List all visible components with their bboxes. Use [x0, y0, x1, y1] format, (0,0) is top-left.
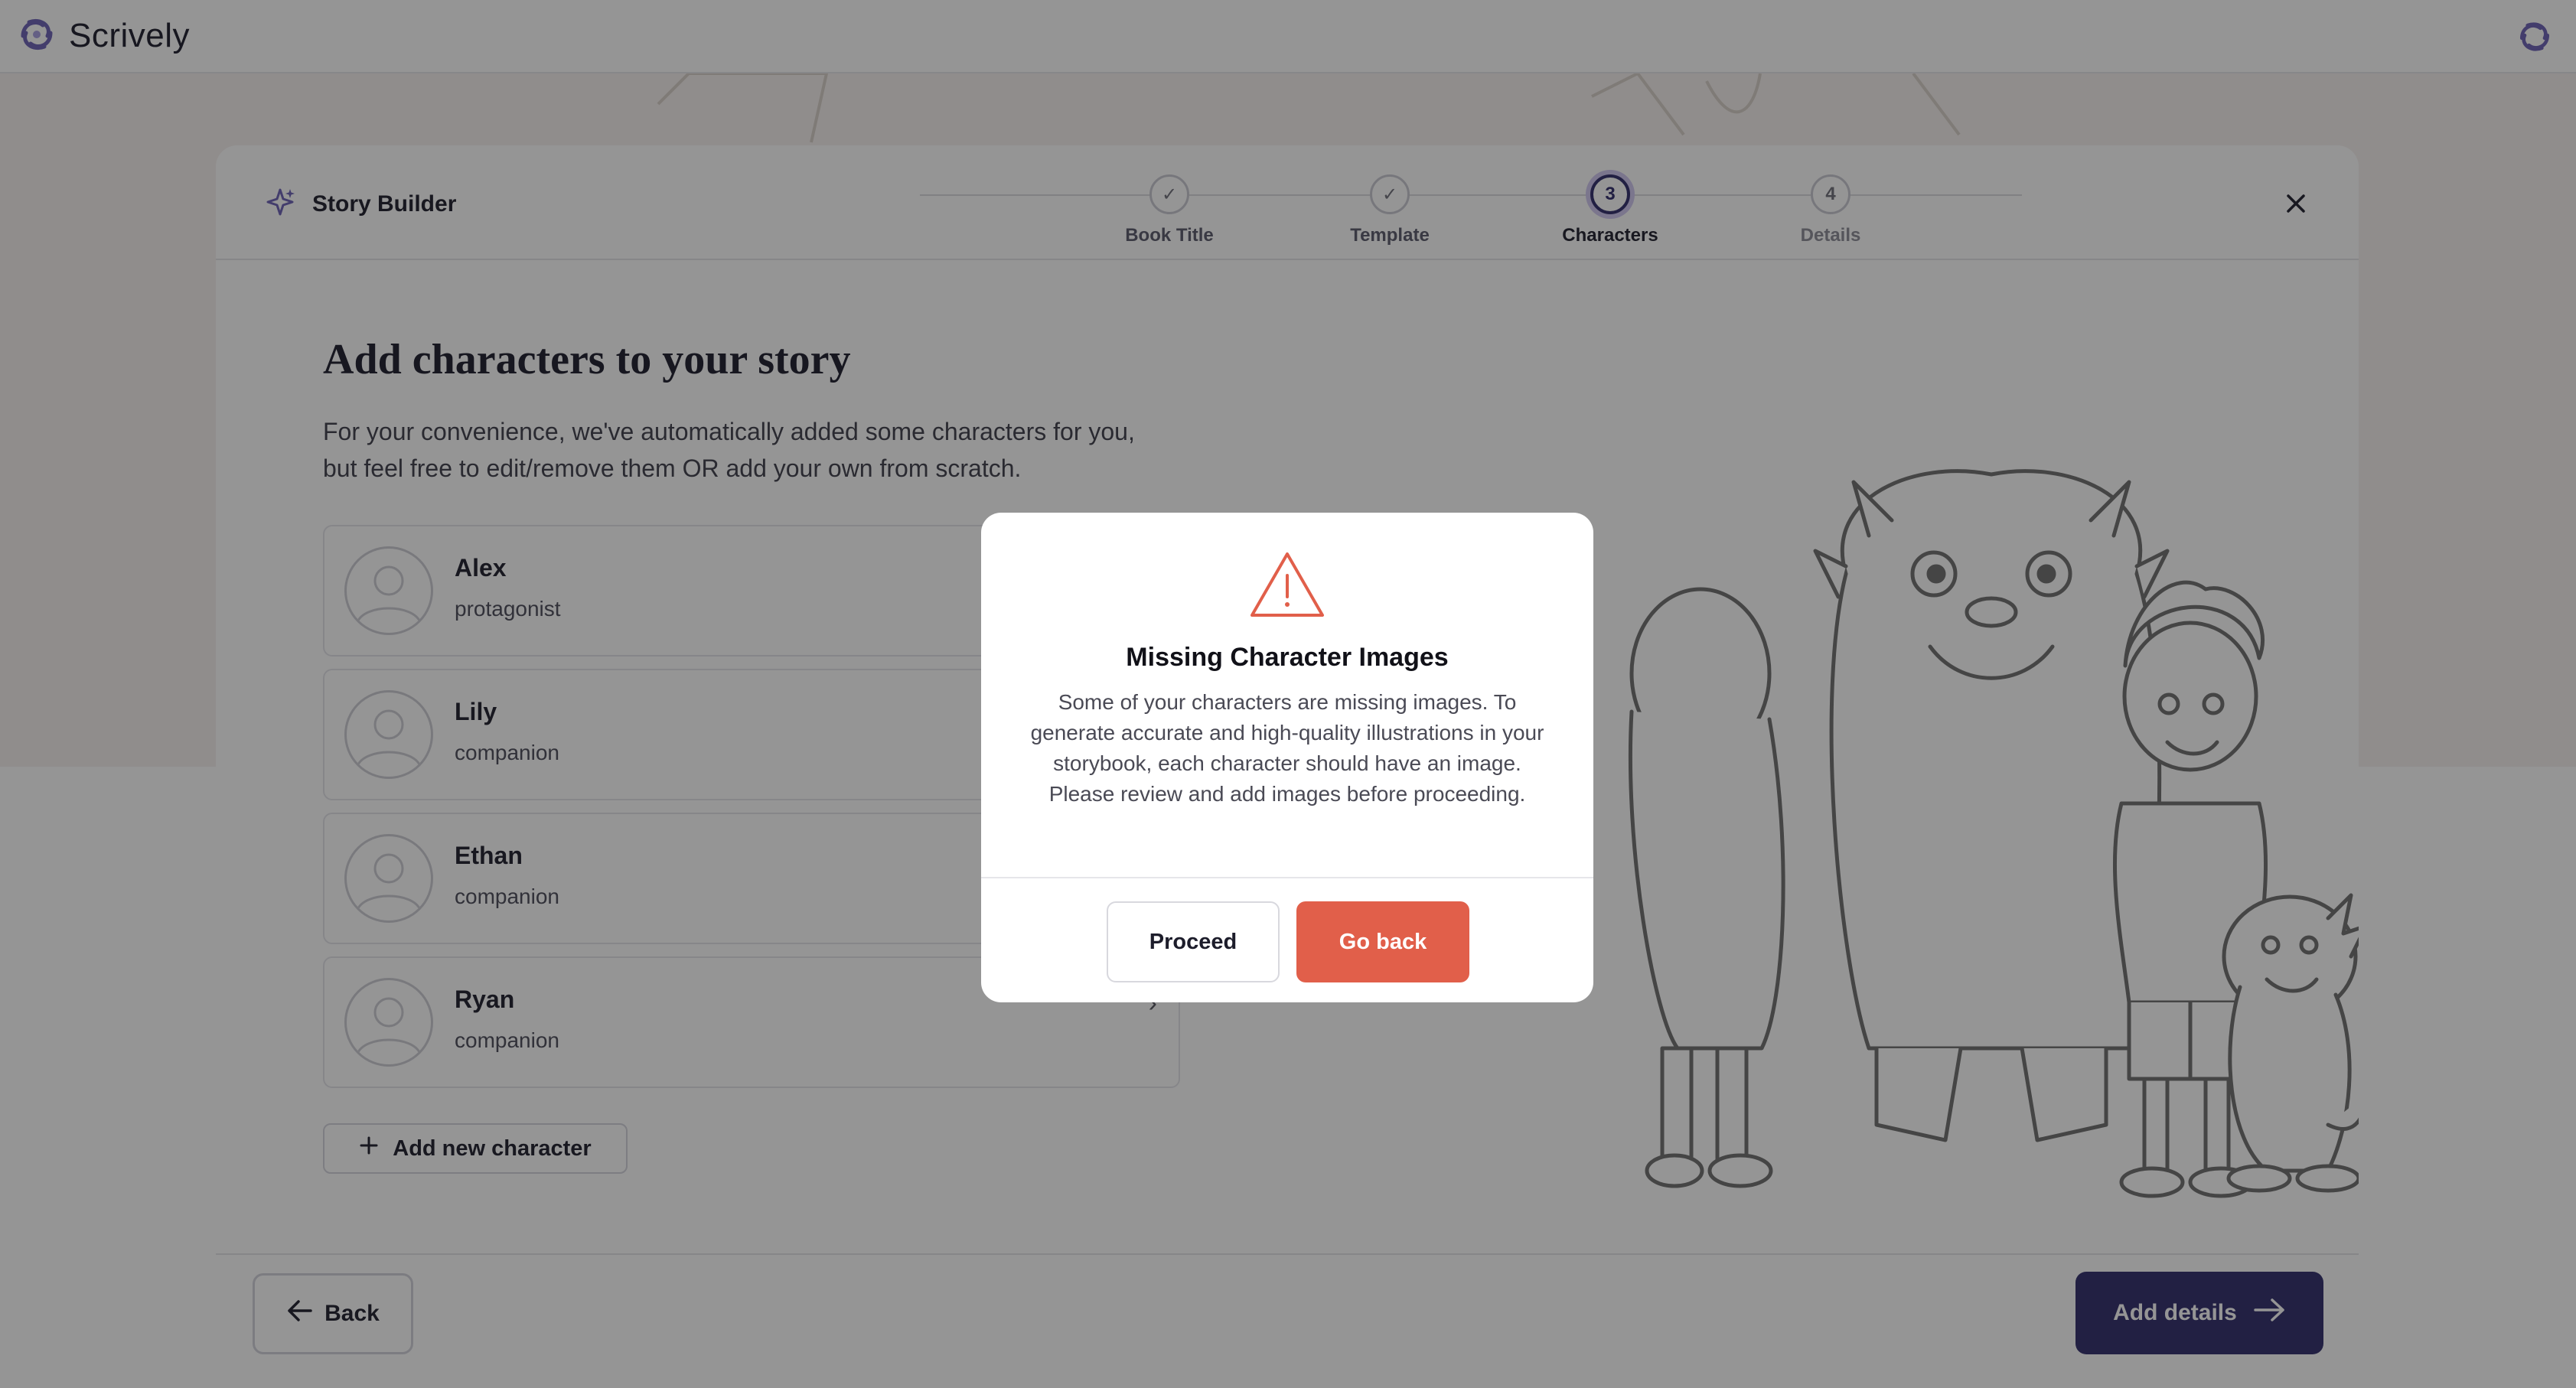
- dialog-title: Missing Character Images: [1126, 643, 1449, 672]
- missing-images-dialog: Missing Character Images Some of your ch…: [981, 513, 1593, 1002]
- warning-triangle-icon: [1247, 549, 1327, 625]
- go-back-button[interactable]: Go back: [1296, 901, 1469, 982]
- proceed-button[interactable]: Proceed: [1107, 901, 1280, 982]
- dialog-message: Some of your characters are missing imag…: [1030, 690, 1544, 806]
- dialog-divider: [981, 877, 1593, 878]
